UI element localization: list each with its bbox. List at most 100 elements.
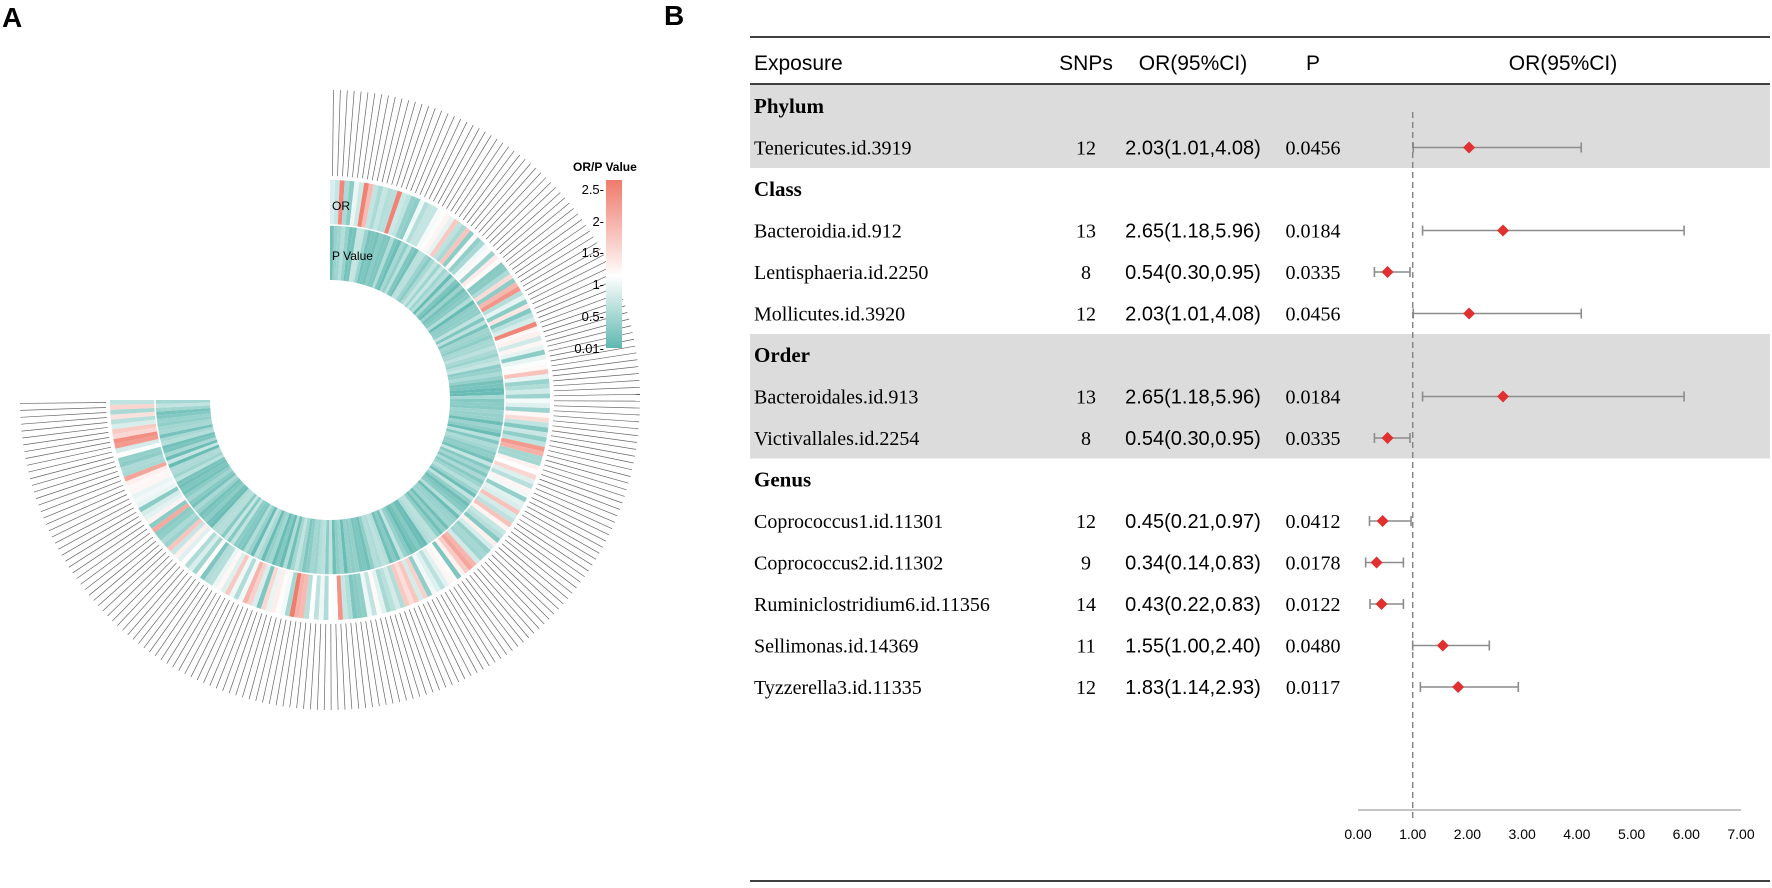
ring-label-pvalue: P Value — [332, 249, 373, 263]
p-cell: 0.0456 — [1286, 138, 1341, 160]
or-ci-cell: 2.65(1.18,5.96) — [1125, 387, 1261, 409]
or-point — [1376, 515, 1389, 527]
taxon-label-mark — [24, 437, 110, 453]
or-point — [1370, 556, 1383, 569]
legend-tick-0-5: 0.5- — [582, 309, 604, 324]
legend-tick-2-5: 2.5- — [582, 182, 604, 197]
or-ci-cell: 2.03(1.01,4.08) — [1125, 304, 1261, 326]
or-point — [1496, 224, 1509, 237]
taxon-label-mark — [453, 586, 502, 659]
or-ci-cell: 0.54(0.30,0.95) — [1125, 262, 1261, 284]
x-tick-label: 0.00 — [1344, 826, 1371, 842]
taxon-label-mark — [553, 380, 640, 387]
header-exposure: Exposure — [754, 52, 843, 75]
p-cell: 0.0456 — [1286, 304, 1341, 326]
exposure-cell: Sellimonas.id.14369 — [754, 636, 918, 658]
taxon-label-mark — [347, 90, 355, 177]
snps-cell: 9 — [1081, 553, 1091, 575]
forest-plot: Exposure SNPs OR(95%CI) P OR(95%CI) Phyl… — [750, 36, 1770, 882]
or-point — [1436, 639, 1449, 652]
taxon-label-mark — [310, 623, 317, 710]
taxon-label-mark — [228, 611, 258, 694]
taxon-label-mark — [367, 94, 383, 180]
p-cell: 0.0122 — [1286, 594, 1341, 616]
panel-b-label: B — [664, 0, 685, 31]
snps-cell: 14 — [1076, 594, 1096, 616]
taxon-label-mark — [450, 138, 498, 212]
or-cell — [504, 398, 550, 404]
x-tick-label: 6.00 — [1673, 826, 1700, 842]
header-snps: SNPs — [1059, 52, 1113, 75]
panel-a-label: A — [2, 2, 23, 33]
taxon-label-mark — [22, 427, 108, 439]
group-label: Phylum — [754, 94, 825, 118]
legend-tick-0-01: 0.01- — [574, 341, 604, 356]
exposure-cell: Bacteroidia.id.912 — [754, 221, 902, 243]
taxon-label-mark — [449, 589, 496, 663]
exposure-cell: Victivallales.id.2254 — [754, 428, 919, 450]
or-ci-cell: 0.34(0.14,0.83) — [1125, 553, 1261, 575]
taxon-label-mark — [457, 583, 508, 655]
taxon-label-mark — [544, 464, 627, 491]
header-plot: OR(95%CI) — [1509, 52, 1618, 75]
ring-label-or: OR — [332, 199, 350, 213]
taxon-label-mark — [235, 613, 263, 696]
or-cell — [328, 574, 334, 620]
x-tick-label: 5.00 — [1618, 826, 1645, 842]
taxon-label-mark — [553, 410, 640, 416]
taxon-label-mark — [513, 527, 585, 578]
snps-cell: 12 — [1076, 304, 1096, 326]
taxon-label-mark — [362, 93, 376, 179]
taxon-label-mark — [154, 584, 204, 657]
taxon-label-mark — [404, 611, 434, 693]
taxon-label-mark — [21, 422, 108, 432]
taxon-label-mark — [316, 623, 322, 710]
taxon-label-mark — [166, 590, 213, 664]
taxon-label-mark — [255, 617, 277, 702]
circular-heatmap: OR P Value OR/P Value 2.5- 2- 1.5- 1- 0.… — [20, 90, 640, 710]
x-tick-label: 1.00 — [1399, 826, 1426, 842]
snps-cell: 8 — [1081, 262, 1091, 284]
taxon-label-mark — [20, 402, 107, 404]
exposure-cell: Coprococcus1.id.11301 — [754, 511, 943, 533]
taxon-label-mark — [323, 623, 327, 710]
header-p: P — [1306, 52, 1320, 75]
exposure-cell: Tenericutes.id.3919 — [754, 138, 911, 160]
taxon-label-mark — [386, 100, 410, 184]
taxon-label-mark — [516, 523, 589, 572]
taxon-label-mark — [65, 516, 139, 562]
taxon-label-mark — [553, 393, 640, 397]
or-ci-cell: 1.83(1.14,2.93) — [1125, 677, 1261, 699]
p-cell: 0.0184 — [1286, 221, 1341, 243]
taxon-label-mark — [20, 407, 107, 411]
taxon-label-mark — [340, 623, 346, 710]
taxon-label-mark — [365, 621, 380, 707]
group-label: Genus — [754, 468, 811, 492]
taxon-label-mark — [517, 230, 591, 279]
taxon-label-mark — [289, 622, 302, 708]
or-ci-cell: 0.54(0.30,0.95) — [1125, 428, 1261, 450]
taxon-label-mark — [539, 478, 621, 510]
snps-cell: 8 — [1081, 428, 1091, 450]
taxon-label-mark — [352, 91, 362, 178]
legend-tick-2: 2- — [592, 214, 604, 229]
x-tick-label: 3.00 — [1509, 826, 1536, 842]
snps-cell: 12 — [1076, 677, 1096, 699]
taxon-label-mark — [149, 581, 200, 653]
or-point — [1375, 598, 1388, 610]
taxon-label-mark — [541, 474, 623, 504]
taxon-label-mark — [360, 621, 373, 708]
taxon-label-mark — [23, 432, 109, 446]
taxon-label-mark — [248, 616, 272, 700]
x-tick-label: 2.00 — [1454, 826, 1481, 842]
taxon-label-mark — [454, 142, 504, 215]
taxon-label-mark — [542, 469, 625, 497]
taxon-label-mark — [400, 106, 429, 188]
exposure-cell: Bacteroidales.id.913 — [754, 387, 918, 409]
taxon-label-mark — [553, 386, 640, 392]
taxon-label-mark — [68, 520, 142, 568]
taxon-label-mark — [446, 135, 492, 209]
or-ci-cell: 0.43(0.22,0.83) — [1125, 594, 1261, 616]
legend-title: OR/P Value — [573, 160, 637, 174]
forest-plot-area: 0.00 1.00 2.00 3.00 4.00 5.00 6.00 7.00 — [1344, 112, 1755, 842]
